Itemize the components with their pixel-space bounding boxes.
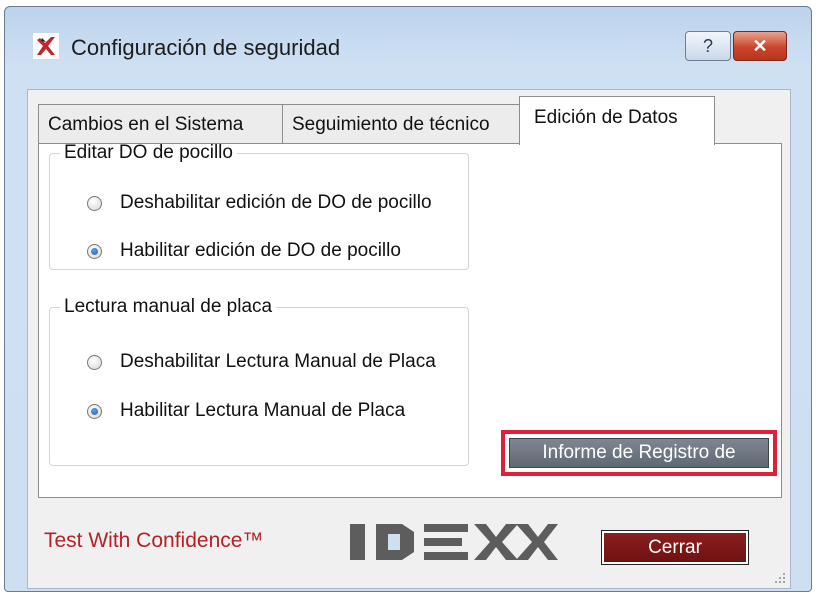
radio-button-checked[interactable] — [87, 243, 102, 259]
radio-habilitar-lectura-manual[interactable]: Habilitar Lectura Manual de Placa — [87, 400, 405, 422]
app-icon — [33, 33, 59, 59]
tab-seguimiento-de-tecnico[interactable]: Seguimiento de técnico — [282, 104, 520, 144]
group-legend: Lectura manual de placa — [64, 296, 273, 317]
group-lectura-manual-de-placa: Lectura manual de placa — [49, 296, 469, 466]
radio-habilitar-edicion-do[interactable]: Habilitar edición de DO de pocillo — [87, 240, 401, 262]
cerrar-label: Cerrar — [648, 536, 702, 558]
tab-label: Seguimiento de técnico — [292, 113, 490, 135]
radio-button-checked[interactable] — [87, 403, 102, 419]
help-icon: ? — [702, 35, 713, 56]
report-button-label: Informe de Registro de — [542, 442, 736, 463]
window-close-button[interactable]: ✕ — [733, 31, 787, 61]
cerrar-button-face: Cerrar — [604, 533, 746, 562]
report-button-highlight: Informe de Registro de — [501, 430, 777, 476]
radio-button[interactable] — [87, 195, 102, 211]
window-title: Configuración de seguridad — [71, 35, 341, 60]
help-button[interactable]: ? — [685, 31, 731, 61]
tab-cambios-en-el-sistema[interactable]: Cambios en el Sistema — [38, 104, 283, 144]
radio-label: Deshabilitar Lectura Manual de Placa — [120, 351, 436, 372]
radio-label: Habilitar Lectura Manual de Placa — [120, 400, 406, 421]
dialog-window: Configuración de seguridad ? ✕ Cambios e… — [4, 6, 812, 592]
cerrar-button[interactable]: Cerrar — [601, 530, 749, 565]
idexx-logo — [350, 524, 558, 560]
tagline: Test With Confidence™ — [44, 529, 264, 552]
tab-label: Cambios en el Sistema — [48, 113, 244, 135]
informe-de-registro-button[interactable]: Informe de Registro de — [509, 438, 769, 468]
radio-label: Deshabilitar edición de DO de pocillo — [120, 192, 432, 213]
group-legend: Editar DO de pocillo — [64, 142, 233, 163]
radio-label: Habilitar edición de DO de pocillo — [120, 240, 401, 261]
close-icon: ✕ — [752, 35, 768, 56]
radio-deshabilitar-edicion-do[interactable]: Deshabilitar edición de DO de pocillo — [87, 192, 432, 214]
dialog-body: Cambios en el Sistema Seguimiento de téc… — [27, 89, 791, 589]
resize-grip-icon[interactable] — [772, 570, 786, 584]
tab-edicion-de-datos[interactable]: Edición de Datos — [519, 96, 715, 145]
tab-panel-edicion-de-datos: Editar DO de pocillo Deshabilitar edició… — [38, 142, 782, 498]
radio-deshabilitar-lectura-manual[interactable]: Deshabilitar Lectura Manual de Placa — [87, 351, 436, 373]
radio-button[interactable] — [87, 354, 102, 370]
tab-label: Edición de Datos — [534, 107, 678, 128]
title-bar[interactable]: Configuración de seguridad ? ✕ — [5, 7, 811, 79]
